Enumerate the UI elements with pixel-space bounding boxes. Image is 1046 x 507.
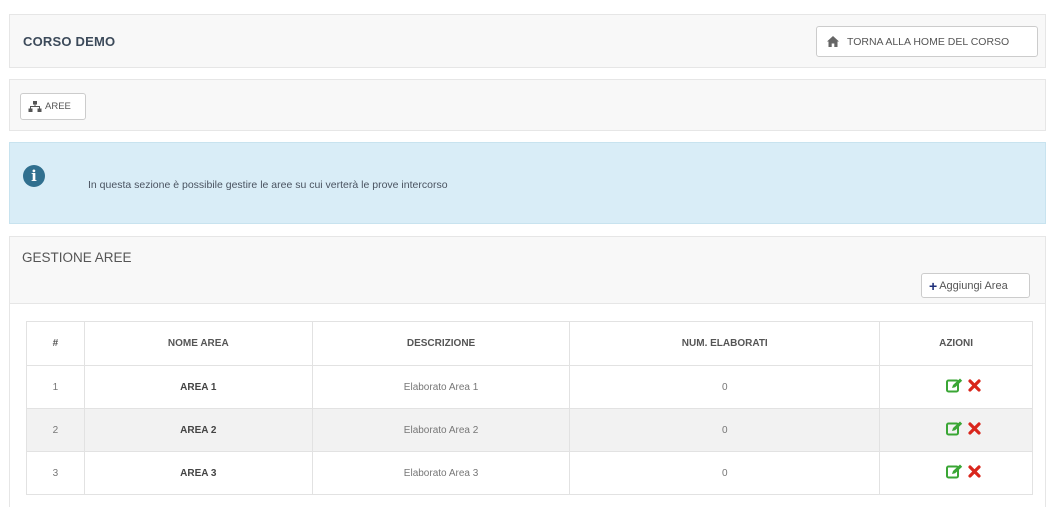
section-nav: AREE bbox=[9, 79, 1046, 131]
back-to-course-home-label: TORNA ALLA HOME DEL CORSO bbox=[847, 35, 1010, 48]
column-header-area-name[interactable]: NOME AREA bbox=[83, 321, 313, 366]
info-circle-icon: i bbox=[23, 165, 45, 187]
sitemap-icon bbox=[28, 101, 42, 112]
edit-icon[interactable] bbox=[945, 464, 963, 479]
areas-management-title: GESTIONE AREE bbox=[22, 250, 132, 265]
row-actions bbox=[879, 365, 1033, 409]
info-alert: i In questa sezione è possibile gestire … bbox=[9, 142, 1046, 224]
row-number: 1 bbox=[26, 365, 85, 409]
delete-icon[interactable] bbox=[967, 422, 981, 435]
edit-icon[interactable] bbox=[945, 421, 963, 436]
add-area-label: Aggiungi Area bbox=[939, 279, 1008, 292]
tab-areas[interactable]: AREE bbox=[20, 93, 86, 120]
areas-management-panel: GESTIONE AREE + Aggiungi Area # NOME ARE… bbox=[9, 236, 1046, 507]
row-number: 2 bbox=[26, 408, 85, 452]
add-area-button[interactable]: + Aggiungi Area bbox=[921, 273, 1030, 298]
submissions-count: 0 bbox=[569, 451, 881, 495]
area-description: Elaborato Area 2 bbox=[311, 408, 571, 452]
areas-table: # NOME AREA DESCRIZIONE NUM. ELABORATI A… bbox=[26, 321, 1033, 495]
area-name: AREA 3 bbox=[83, 451, 313, 495]
column-header-description[interactable]: DESCRIZIONE bbox=[311, 321, 571, 366]
table-header-row: # NOME AREA DESCRIZIONE NUM. ELABORATI A… bbox=[26, 321, 1033, 366]
course-title: CORSO DEMO bbox=[23, 34, 116, 49]
row-number: 3 bbox=[26, 451, 85, 495]
course-header: CORSO DEMO TORNA ALLA HOME DEL CORSO bbox=[9, 14, 1046, 68]
areas-management-header: GESTIONE AREE + Aggiungi Area bbox=[10, 237, 1045, 304]
submissions-count: 0 bbox=[569, 365, 881, 409]
info-message: In questa sezione è possibile gestire le… bbox=[88, 179, 448, 191]
area-name: AREA 1 bbox=[83, 365, 313, 409]
area-description: Elaborato Area 1 bbox=[311, 365, 571, 409]
column-header-number[interactable]: # bbox=[26, 321, 85, 366]
tab-areas-label: AREE bbox=[45, 101, 71, 112]
home-icon bbox=[827, 36, 839, 47]
row-actions bbox=[879, 408, 1033, 452]
plus-icon: + bbox=[929, 277, 938, 294]
delete-icon[interactable] bbox=[967, 379, 981, 392]
area-description: Elaborato Area 3 bbox=[311, 451, 571, 495]
column-header-submissions-count[interactable]: NUM. ELABORATI bbox=[569, 321, 881, 366]
submissions-count: 0 bbox=[569, 408, 881, 452]
back-to-course-home-button[interactable]: TORNA ALLA HOME DEL CORSO bbox=[816, 26, 1038, 57]
table-row: 3 AREA 3 Elaborato Area 3 0 bbox=[26, 451, 1033, 495]
delete-icon[interactable] bbox=[967, 465, 981, 478]
area-name: AREA 2 bbox=[83, 408, 313, 452]
row-actions bbox=[879, 451, 1033, 495]
table-row: 1 AREA 1 Elaborato Area 1 0 bbox=[26, 365, 1033, 409]
column-header-actions: AZIONI bbox=[879, 321, 1033, 366]
table-row: 2 AREA 2 Elaborato Area 2 0 bbox=[26, 408, 1033, 452]
edit-icon[interactable] bbox=[945, 378, 963, 393]
